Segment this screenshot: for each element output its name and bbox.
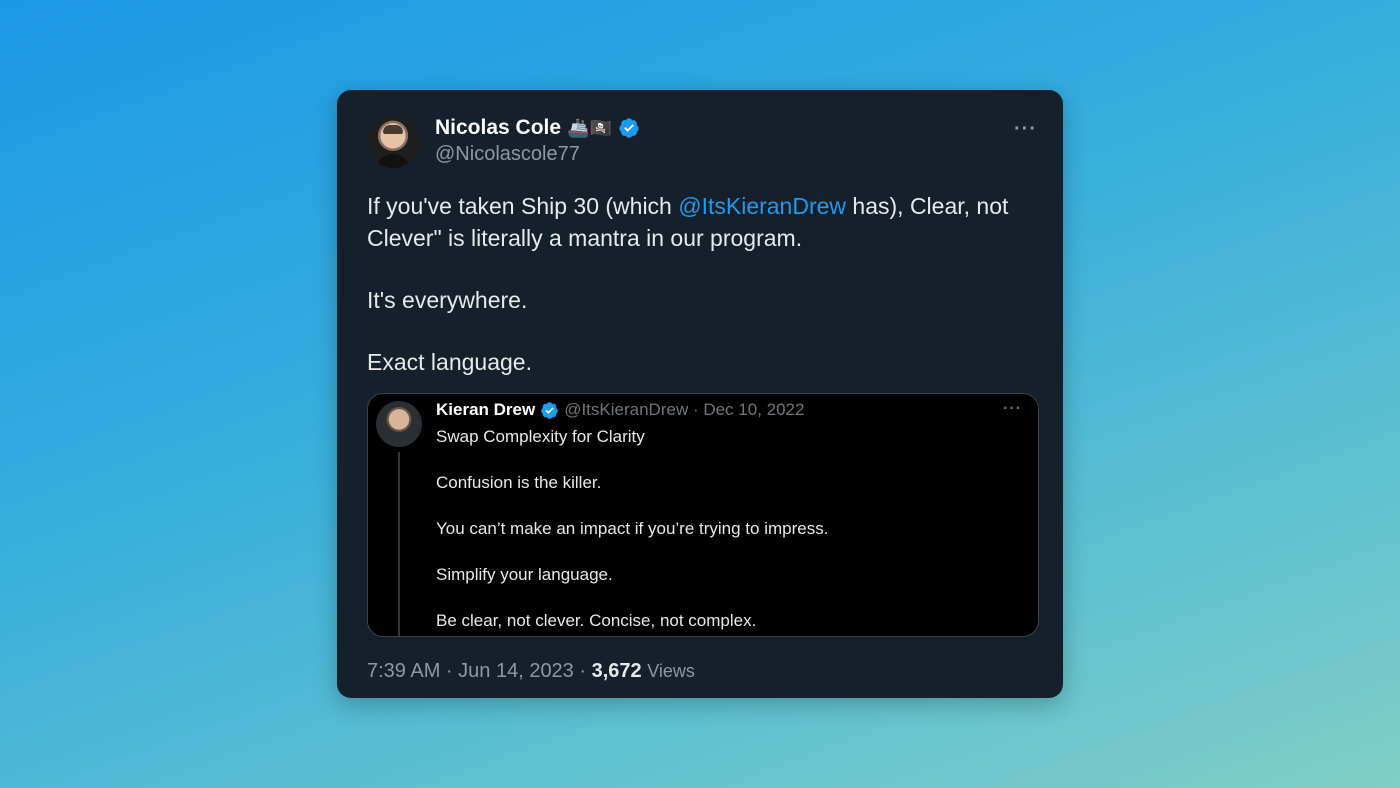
avatar-hair — [383, 125, 403, 134]
quoted-paragraph: Be clear, not clever. Concise, not compl… — [436, 611, 757, 630]
tweet-paragraph: Exact language. — [367, 349, 532, 375]
tweet-paragraph: If you've taken Ship 30 (which @ItsKiera… — [367, 190, 1037, 254]
quoted-author-avatar[interactable] — [376, 401, 422, 447]
author-emojis: 🚢🏴‍☠️ — [567, 118, 612, 138]
tweet-paragraph: It's everywhere. — [367, 287, 528, 313]
quoted-header: Kieran Drew @ItsKieranDrew · Dec 10, 202… — [436, 400, 804, 420]
author-name[interactable]: Nicolas Cole — [435, 116, 561, 140]
quoted-more-options-icon[interactable]: ··· — [1003, 400, 1022, 418]
author-name-row: Nicolas Cole 🚢🏴‍☠️ — [435, 116, 640, 140]
thread-line — [398, 452, 400, 636]
timestamp[interactable]: 7:39 AM · Jun 14, 2023 · — [367, 660, 592, 682]
quoted-paragraph: Simplify your language. — [436, 565, 613, 584]
quoted-paragraph: Swap Complexity for Clarity — [436, 427, 645, 446]
tweet-card: Nicolas Cole 🚢🏴‍☠️ @Nicolascole77 ··· If… — [337, 90, 1063, 698]
quoted-author-name[interactable]: Kieran Drew — [436, 400, 535, 420]
view-count: 3,672 — [591, 660, 642, 682]
avatar-shirt — [375, 154, 411, 168]
views-label: Views — [647, 661, 695, 681]
mention-link[interactable]: @ItsKieranDrew — [678, 193, 846, 219]
author-handle[interactable]: @Nicolascole77 — [435, 143, 580, 166]
quoted-paragraph: You can’t make an impact if you’re tryin… — [436, 519, 829, 538]
quoted-body: Swap Complexity for Clarity Confusion is… — [436, 426, 1016, 636]
author-avatar[interactable] — [367, 116, 419, 168]
quoted-tweet[interactable]: Kieran Drew @ItsKieranDrew · Dec 10, 202… — [367, 393, 1039, 637]
tweet-footer: 7:39 AM · Jun 14, 2023 · 3,672 Views — [367, 660, 695, 683]
more-options-icon[interactable]: ··· — [1014, 118, 1037, 141]
verified-badge-icon — [619, 118, 639, 138]
tweet-text: If you've taken Ship 30 (which @ItsKiera… — [367, 190, 1037, 408]
quoted-meta[interactable]: @ItsKieranDrew · Dec 10, 2022 — [564, 400, 804, 420]
tweet-text-prefix: If you've taken Ship 30 (which — [367, 193, 679, 219]
quoted-paragraph: Confusion is the killer. — [436, 473, 602, 492]
verified-badge-icon — [541, 401, 559, 419]
